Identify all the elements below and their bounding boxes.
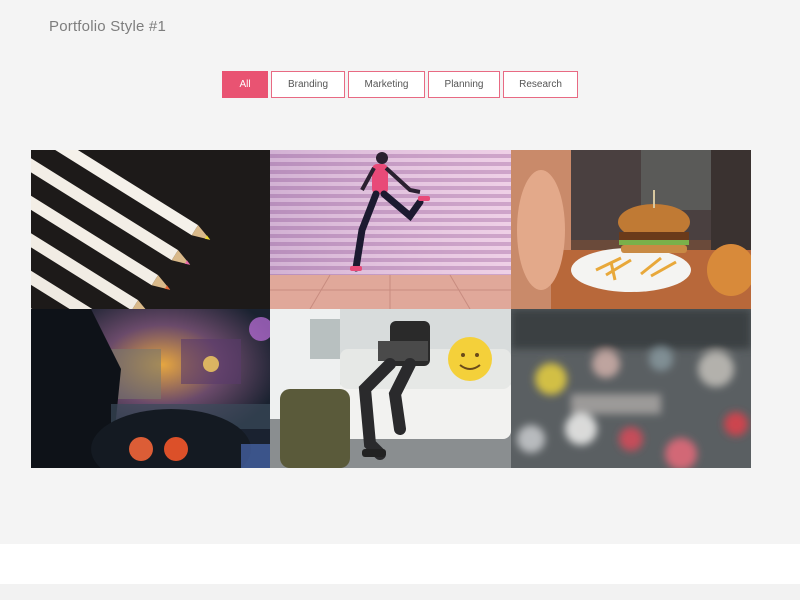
filter-bar: All Branding Marketing Planning Research <box>222 71 578 98</box>
page-title: Portfolio Style #1 <box>49 18 166 35</box>
portfolio-item-sofa[interactable] <box>270 309 511 468</box>
filter-all-button[interactable]: All <box>222 71 268 98</box>
portfolio-item-pencils[interactable] <box>31 150 270 309</box>
burger-image <box>511 150 751 309</box>
portfolio-grid <box>31 150 751 468</box>
runner-image <box>270 150 511 309</box>
pencils-image <box>31 150 270 309</box>
sofa-image <box>270 309 511 468</box>
portfolio-item-rain-bokeh[interactable] <box>511 309 751 468</box>
night-drive-image <box>31 309 270 468</box>
portfolio-item-night-drive[interactable] <box>31 309 270 468</box>
rain-bokeh-image <box>511 309 751 468</box>
footer-band <box>0 544 800 584</box>
filter-research-button[interactable]: Research <box>503 71 578 98</box>
filter-branding-button[interactable]: Branding <box>271 71 345 98</box>
filter-planning-button[interactable]: Planning <box>428 71 500 98</box>
portfolio-item-burger[interactable] <box>511 150 751 309</box>
footer-strip <box>0 584 800 600</box>
portfolio-item-runner[interactable] <box>270 150 511 309</box>
filter-marketing-button[interactable]: Marketing <box>348 71 425 98</box>
